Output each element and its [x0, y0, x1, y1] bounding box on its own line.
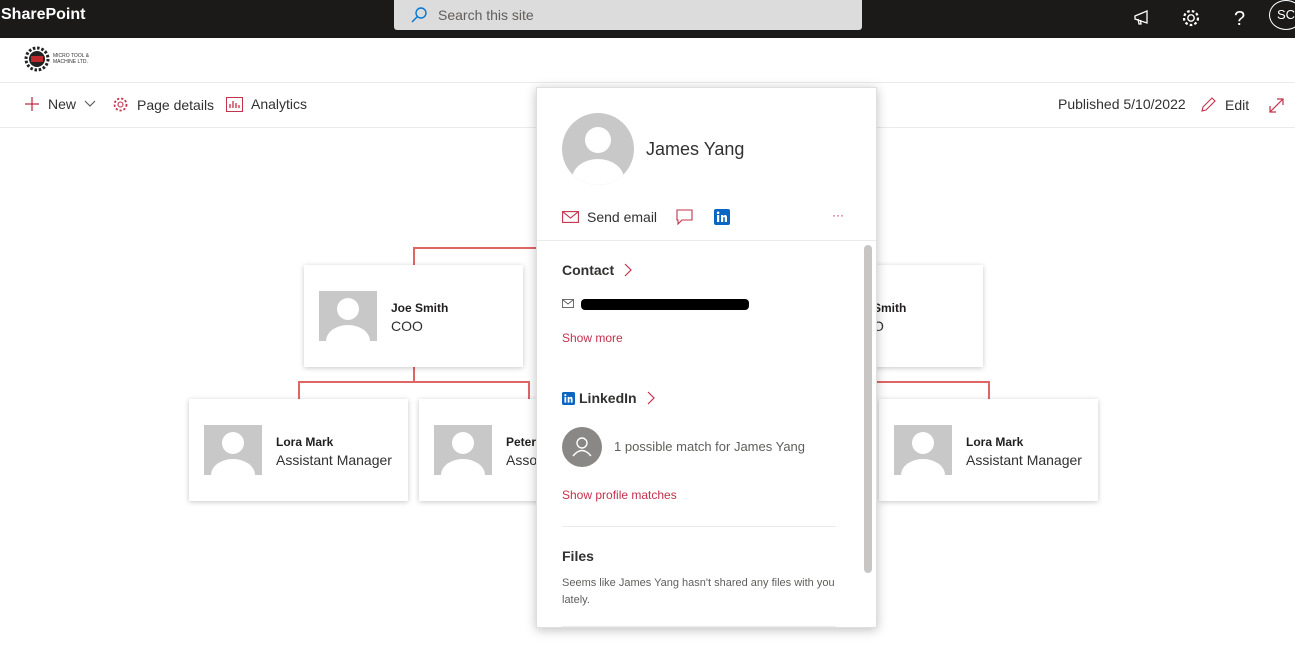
person-name: Lora Mark [276, 435, 334, 449]
search-icon [411, 7, 427, 23]
redacted-email [581, 299, 749, 310]
divider [537, 240, 876, 241]
plus-icon [25, 97, 39, 111]
org-connector [988, 381, 990, 399]
linkedin-icon [562, 391, 575, 405]
new-label: New [48, 96, 77, 112]
analytics-button[interactable]: Analytics [226, 96, 307, 112]
analytics-chart-icon [226, 96, 243, 112]
mail-icon [562, 299, 574, 308]
files-empty-text: Seems like James Yang hasn't shared any … [562, 577, 835, 606]
profile-name: James Yang [646, 139, 745, 159]
person-title: Assistant Manager [276, 452, 392, 468]
person-title: COO [391, 318, 423, 334]
person-placeholder-icon [434, 425, 492, 475]
settings-gear-icon[interactable] [1179, 6, 1203, 30]
org-card-joe-smith[interactable]: Joe Smith COO [304, 265, 523, 367]
chevron-down-icon [84, 100, 96, 107]
page-details-button[interactable]: Page details [112, 96, 214, 113]
org-card-lora-mark-2[interactable]: Lora Mark Assistant Manager [879, 399, 1098, 501]
published-status: Published 5/10/2022 [1058, 96, 1186, 112]
show-profile-matches-link[interactable]: Show profile matches [562, 488, 677, 502]
site-header: Micro Tool & Machine Ltd. [0, 38, 1295, 83]
person-name: Smith [873, 301, 907, 315]
mail-icon [562, 211, 579, 223]
send-email-button[interactable]: Send email [562, 209, 657, 225]
suite-bar: SharePoint Search this site ? SC [0, 0, 1295, 38]
app-brand[interactable]: SharePoint [1, 6, 85, 24]
help-icon[interactable]: ? [1227, 6, 1251, 30]
svg-text:?: ? [1234, 8, 1245, 30]
org-connector [413, 247, 538, 249]
megaphone-icon[interactable] [1131, 6, 1155, 30]
profile-avatar [562, 113, 634, 185]
org-connector [298, 381, 530, 383]
page-details-label: Page details [137, 96, 215, 113]
logo-text-line2: Machine Ltd. [53, 59, 88, 65]
person-title: Asso [506, 452, 538, 468]
person-placeholder-icon [319, 291, 377, 341]
analytics-label: Analytics [251, 96, 308, 112]
edit-label: Edit [1225, 96, 1250, 113]
org-connector [298, 381, 300, 399]
org-connector [413, 247, 415, 265]
divider [562, 526, 836, 527]
contact-label: Contact [562, 262, 615, 278]
person-name: Lora Mark [966, 435, 1024, 449]
profile-card: James Yang Send email ··· Contact Show m… [536, 87, 877, 628]
expand-icon[interactable] [1268, 97, 1285, 114]
search-placeholder: Search this site [438, 7, 534, 23]
company-logo-icon [24, 46, 50, 72]
linkedin-match-text: 1 possible match for James Yang [614, 439, 806, 454]
more-options-button[interactable]: ··· [832, 208, 844, 222]
linkedin-icon[interactable] [714, 209, 730, 225]
divider [562, 626, 836, 627]
send-email-label: Send email [587, 209, 658, 225]
person-placeholder-icon [204, 425, 262, 475]
org-connector [528, 381, 530, 399]
chevron-right-icon [624, 263, 632, 277]
person-title: Assistant Manager [966, 452, 1082, 468]
user-avatar[interactable]: SC [1269, 0, 1295, 30]
chevron-right-icon [647, 391, 655, 405]
scrollbar-thumb[interactable] [864, 245, 872, 573]
search-box[interactable]: Search this site [394, 0, 862, 30]
site-logo[interactable]: Micro Tool & Machine Ltd. [24, 46, 89, 72]
edit-button[interactable]: Edit [1200, 96, 1249, 113]
pencil-icon [1201, 97, 1216, 112]
person-name: Joe Smith [391, 301, 449, 315]
org-connector [876, 381, 990, 383]
linkedin-section-header[interactable]: LinkedIn [562, 390, 655, 406]
person-name: Peter [506, 435, 537, 449]
linkedin-match-avatar [562, 427, 602, 467]
published-label: Published 5/10/2022 [1058, 96, 1186, 112]
new-button[interactable]: New [24, 96, 96, 112]
org-card-lora-mark[interactable]: Lora Mark Assistant Manager [189, 399, 408, 501]
linkedin-label: LinkedIn [579, 390, 637, 406]
files-section-header: Files [562, 548, 594, 564]
gear-icon [113, 97, 128, 112]
person-placeholder-icon [894, 425, 952, 475]
show-more-link[interactable]: Show more [562, 331, 623, 345]
chat-icon[interactable] [676, 209, 693, 225]
contact-section-header[interactable]: Contact [562, 262, 632, 278]
